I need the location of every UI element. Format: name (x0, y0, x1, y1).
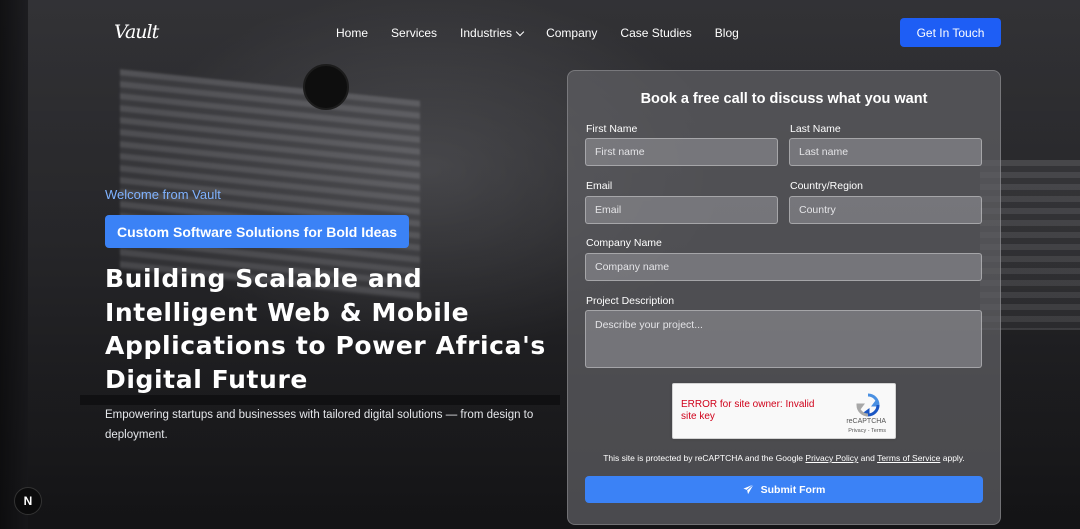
recaptcha-notice: This site is protected by reCAPTCHA and … (568, 453, 1000, 463)
nav-item-blog[interactable]: Blog (715, 26, 739, 40)
nav-item-case-studies[interactable]: Case Studies (620, 26, 691, 40)
top-nav: Vault Home Services Industries Company C… (0, 18, 1080, 48)
nav-item-company[interactable]: Company (546, 26, 597, 40)
company-name-label: Company Name (586, 237, 662, 249)
recaptcha-widget[interactable]: ERROR for site owner: Invalid site key r… (672, 383, 896, 439)
chevron-down-icon (515, 27, 525, 36)
nav-item-services[interactable]: Services (391, 26, 437, 40)
booking-form: Book a free call to discuss what you wan… (567, 70, 1001, 525)
form-title: Book a free call to discuss what you wan… (640, 91, 928, 107)
privacy-policy-link[interactable]: Privacy Policy (805, 453, 858, 463)
send-icon (743, 484, 754, 495)
submit-form-button[interactable]: Submit Form (585, 476, 983, 503)
first-name-label: First Name (586, 123, 638, 135)
project-description-input[interactable] (585, 310, 982, 368)
terms-of-service-link[interactable]: Terms of Service (877, 453, 940, 463)
brand-logo[interactable]: Vault (114, 21, 159, 43)
company-name-input[interactable] (585, 253, 982, 281)
get-in-touch-button[interactable]: Get In Touch (900, 18, 1001, 47)
last-name-input[interactable] (789, 138, 982, 166)
recaptcha-notice-suffix: apply. (940, 453, 965, 463)
nextjs-dev-badge[interactable]: N (14, 487, 42, 515)
welcome-text: Welcome from Vault (105, 187, 221, 202)
hero-subtext: Empowering startups and businesses with … (105, 409, 534, 441)
recaptcha-icon (856, 393, 880, 417)
country-label: Country/Region (790, 180, 863, 192)
email-input[interactable] (585, 196, 778, 224)
recaptcha-terms[interactable]: Privacy - Terms (848, 428, 886, 434)
submit-form-label: Submit Form (760, 483, 826, 496)
nav-item-industries-label: Industries (460, 26, 513, 40)
recaptcha-error: ERROR for site owner: Invalid site key (681, 399, 815, 422)
project-description-label: Project Description (586, 295, 675, 307)
email-label: Email (586, 180, 613, 192)
recaptcha-notice-and: and (858, 453, 878, 463)
recaptcha-brand: reCAPTCHA (846, 418, 886, 425)
recaptcha-notice-prefix: This site is protected by reCAPTCHA and … (603, 453, 806, 463)
nav-menu: Home Services Industries Company Case St… (336, 26, 739, 40)
country-input[interactable] (789, 196, 982, 224)
first-name-input[interactable] (585, 138, 778, 166)
nav-item-home[interactable]: Home (336, 26, 368, 40)
nav-item-industries[interactable]: Industries (460, 26, 525, 40)
tagline-pill: Custom Software Solutions for Bold Ideas (105, 215, 410, 248)
hero-headline: Building Scalable and Intelligent Web & … (105, 264, 546, 394)
last-name-label: Last Name (790, 123, 841, 135)
